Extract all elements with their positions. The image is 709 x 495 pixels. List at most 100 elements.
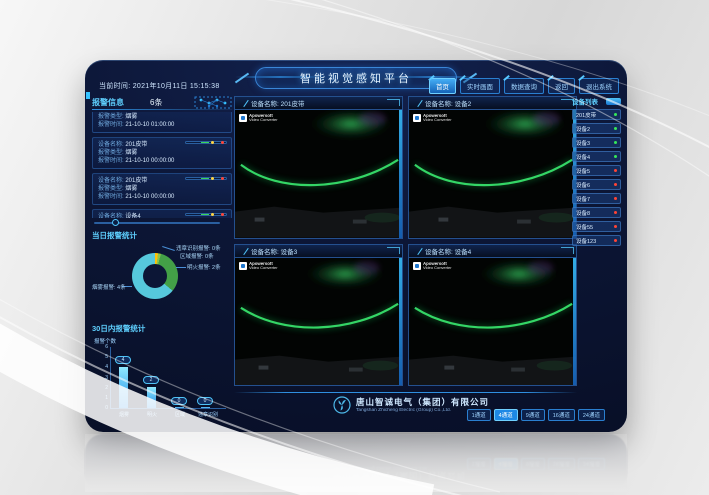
channel-16-button[interactable]: 16通道 <box>548 409 575 421</box>
alarm-info-title: 报警信息 <box>92 97 124 108</box>
status-dot <box>614 113 617 116</box>
video-feed: ApowersoftVideo Converter <box>235 258 402 386</box>
device-list-item[interactable]: 设备4 <box>572 151 621 162</box>
nav-home-button[interactable]: 首页 <box>429 78 456 94</box>
status-dot <box>614 197 617 200</box>
y-tick: 1 <box>97 395 108 401</box>
device-name: 201皮带 <box>576 111 596 119</box>
time-value: 21-10-10 00:00:00 <box>125 158 174 164</box>
type-label: 报警类型: <box>98 150 124 156</box>
today-stats-title: 当日报警统计 <box>92 230 232 241</box>
reflection-channel: 24通道 <box>578 458 605 470</box>
channel-1-button[interactable]: 1通道 <box>467 409 491 421</box>
device-list-item[interactable]: 设备8 <box>572 207 621 218</box>
alarm-card[interactable]: 设备名称: 201皮带 报警类型: 烟雾 报警时间: 21-10-10 01:0… <box>92 112 232 133</box>
status-dot <box>614 155 617 158</box>
alarm-card[interactable]: 设备名称: 201皮带 报警类型: 烟雾 报警时间: 21-10-10 00:0… <box>92 137 232 169</box>
video-panel-3[interactable]: 设备名称: 设备3 ApowersoftVideo Converter <box>234 244 403 387</box>
device-value: 201皮带 <box>125 178 147 184</box>
status-dot <box>614 211 617 214</box>
device-label: 设备名称: <box>98 142 124 148</box>
reflection-channel: 1通道 <box>467 458 491 470</box>
channel-4-button[interactable]: 4通道 <box>494 409 518 421</box>
donut-leader-line <box>176 267 186 268</box>
device-name: 设备55 <box>576 223 593 231</box>
y-tick: 6 <box>97 344 108 350</box>
device-value: 设备4 <box>125 214 140 218</box>
watermark-line2: Video Converter <box>423 266 452 270</box>
type-value: 烟雾 <box>125 186 137 192</box>
donut-leader-line <box>162 246 175 251</box>
donut-label: 明火报警: 2条 <box>187 263 221 271</box>
alarm-card[interactable]: 设备名称: 设备4 报警类型: 明火 报警时间: 21-10-10 00:00:… <box>92 209 232 218</box>
device-list-item[interactable]: 设备5 <box>572 165 621 176</box>
video-feed: ApowersoftVideo Converter <box>409 258 576 386</box>
alarm-level-slider[interactable] <box>185 141 227 144</box>
alarm-header-underline <box>92 109 232 110</box>
time-label: 报警时间: <box>98 158 124 164</box>
reflection-channel: 9通道 <box>521 458 545 470</box>
device-name: 设备123 <box>576 237 596 245</box>
platform-title: 智能视觉感知平台 <box>300 70 412 86</box>
device-list-item[interactable]: 设备3 <box>572 137 621 148</box>
today-stats-donut-chart: 违章识别报警: 0条 区域报警: 0条 明火报警: 2条 烟雾报警: 4条 <box>92 241 232 317</box>
nav-live-view-button[interactable]: 实时画面 <box>460 78 500 94</box>
video-scrollbar[interactable] <box>399 258 402 386</box>
device-list-panel: 设备列表 201皮带 设备2 设备3 设备4 设备5 设备6 设备7 设备8 设… <box>572 96 621 386</box>
alarm-level-slider[interactable] <box>185 177 227 180</box>
donut-label: 区域报警: 0条 <box>180 252 214 260</box>
video-panel-1[interactable]: 设备名称: 201皮带 ApowersoftVideo Converter <box>234 96 403 239</box>
y-tick: 0 <box>97 405 108 411</box>
status-dot <box>614 127 617 130</box>
device-value: 201皮带 <box>125 142 147 148</box>
channel-9-button[interactable]: 9通道 <box>521 409 545 421</box>
scrollbar-handle[interactable] <box>112 219 119 226</box>
video-title: 设备名称: 设备3 <box>235 245 402 258</box>
alarm-list-scrollbar[interactable] <box>94 222 220 224</box>
device-list-title: 设备列表 <box>572 96 598 106</box>
video-panel-2[interactable]: 设备名称: 设备2 ApowersoftVideo Converter <box>408 96 577 239</box>
device-list-item[interactable]: 设备6 <box>572 179 621 190</box>
current-time: 当前时间: 2021年10月11日 15:15:38 <box>99 81 220 91</box>
device-list-item[interactable]: 201皮带 <box>572 109 621 120</box>
device-list-action-button[interactable] <box>606 98 621 105</box>
device-list-item[interactable]: 设备7 <box>572 193 621 204</box>
device-name: 设备2 <box>576 125 590 133</box>
nav-data-query-button[interactable]: 数据查询 <box>504 78 544 94</box>
device-name: 设备8 <box>576 209 590 217</box>
channel-24-button[interactable]: 24通道 <box>578 409 605 421</box>
device-list-item[interactable]: 设备2 <box>572 123 621 134</box>
apowersoft-icon <box>239 114 247 122</box>
bar-value-badge: 0 <box>197 397 213 405</box>
video-scrollbar[interactable] <box>399 110 402 238</box>
y-tick: 4 <box>97 364 108 370</box>
network-nodes-icon <box>194 96 232 109</box>
y-tick: 3 <box>97 375 108 381</box>
watermark-line1: Apowersoft <box>249 262 278 266</box>
footer-divider <box>234 392 577 393</box>
time-value: 21-10-10 01:00:00 <box>125 122 174 128</box>
time-value: 21-10-10 00:00:00 <box>125 194 174 200</box>
time-label: 报警时间: <box>98 194 124 200</box>
x-tick: 违章识别 <box>191 411 225 418</box>
status-dot <box>614 225 617 228</box>
device-label: 设备名称: <box>98 214 124 218</box>
company-name-en: Tangshan Zhicheng Electric (Group) Co.,L… <box>356 408 462 413</box>
nav-back-button[interactable]: 返回 <box>548 78 575 94</box>
device-list-item[interactable]: 设备55 <box>572 221 621 232</box>
top-nav: 首页 实时画面 数据查询 返回 退出系统 <box>429 78 619 94</box>
device-list-item[interactable]: 设备123 <box>572 235 621 246</box>
bar-smoke <box>119 367 128 408</box>
device-name: 设备5 <box>576 167 590 175</box>
bar-area <box>175 407 184 408</box>
alarm-list: 设备名称: 201皮带 报警类型: 烟雾 报警时间: 21-10-10 01:0… <box>92 112 232 218</box>
alarm-level-slider[interactable] <box>185 213 227 216</box>
device-name: 设备6 <box>576 181 590 189</box>
alarm-card[interactable]: 设备名称: 201皮带 报警类型: 烟雾 报警时间: 21-10-10 00:0… <box>92 173 232 205</box>
nav-exit-button[interactable]: 退出系统 <box>579 78 619 94</box>
video-panel-4[interactable]: 设备名称: 设备4 ApowersoftVideo Converter <box>408 244 577 387</box>
alarm-info-header: 报警信息 6条 <box>92 96 232 108</box>
video-title: 设备名称: 设备4 <box>409 245 576 258</box>
reflection-company-cn: 唐山智诚电气（集团）有限公司 <box>333 470 466 482</box>
left-panel: 报警信息 6条 设备名称: 201皮带 报警类型: 烟雾 报警时间: 21-10… <box>92 96 232 426</box>
